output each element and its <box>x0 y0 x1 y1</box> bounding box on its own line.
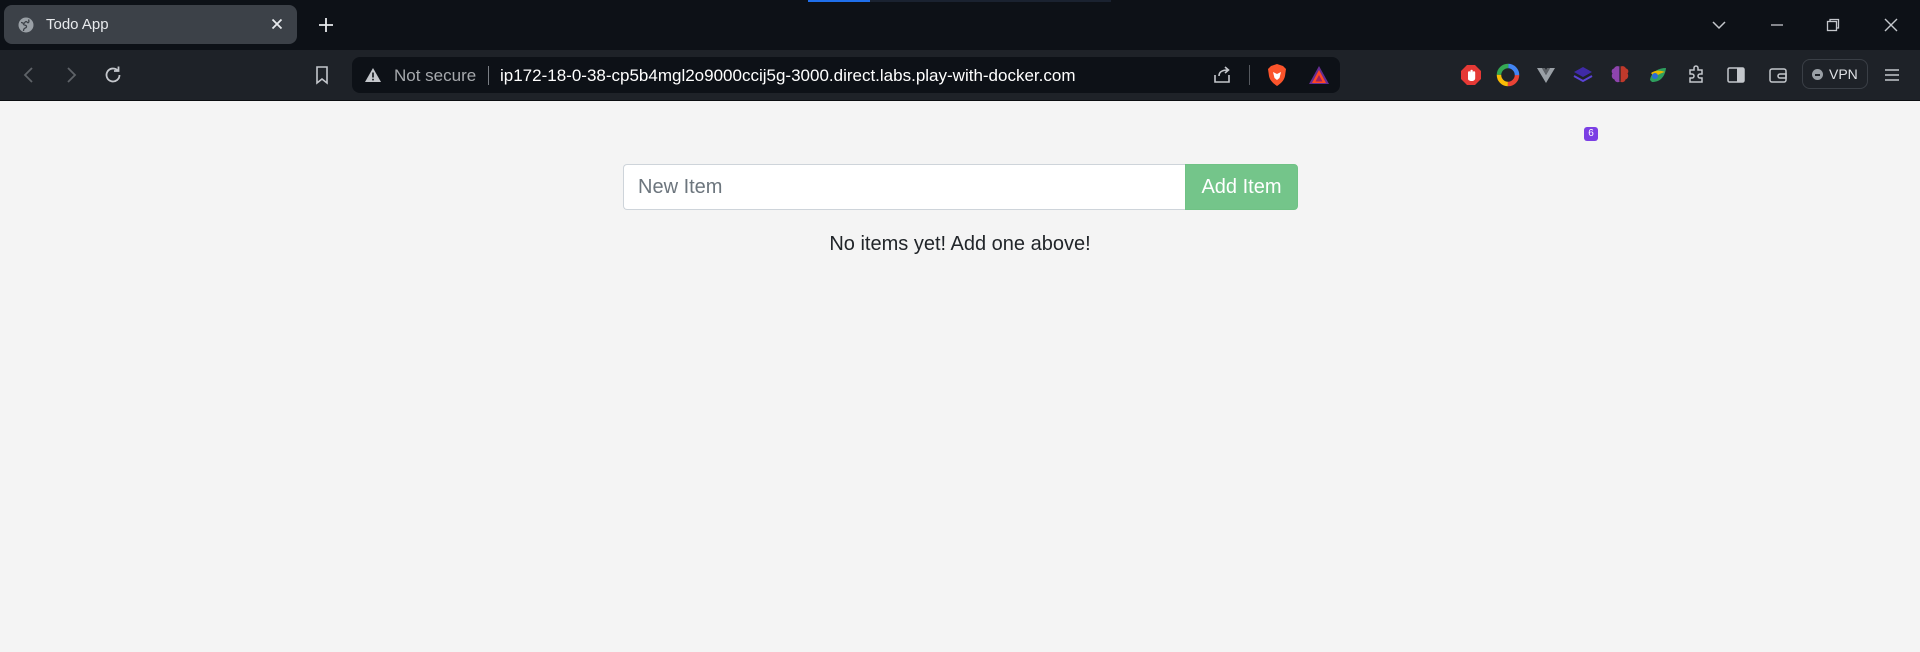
empty-list-message: No items yet! Add one above! <box>829 233 1091 255</box>
vue-devtools-icon[interactable] <box>1534 63 1558 87</box>
restore-icon[interactable] <box>1821 13 1845 37</box>
browser-toolbar: Not secure ip172-18-0-38-cp5b4mgl2o9000c… <box>0 50 1920 141</box>
close-tab-icon[interactable] <box>267 14 287 34</box>
color-wheel-extension-icon[interactable] <box>1496 63 1520 87</box>
minimize-icon[interactable] <box>1765 13 1789 37</box>
back-icon[interactable] <box>17 63 41 87</box>
tab-title: Todo App <box>46 16 109 33</box>
extensions-icon[interactable] <box>1684 63 1708 87</box>
new-tab-icon[interactable] <box>314 13 338 37</box>
url-text[interactable]: ip172-18-0-38-cp5b4mgl2o9000ccij5g-3000.… <box>500 66 1076 86</box>
vpn-label: VPN <box>1829 66 1858 82</box>
brave-rewards-icon[interactable] <box>1308 65 1330 85</box>
tab-todo-app[interactable]: Todo App <box>4 5 297 44</box>
add-item-button[interactable]: Add Item <box>1185 164 1298 210</box>
reload-icon[interactable] <box>101 63 125 87</box>
adblock-extension-icon[interactable] <box>1459 63 1483 87</box>
close-window-icon[interactable] <box>1879 13 1903 37</box>
new-item-form: Add Item <box>623 164 1298 210</box>
new-item-input[interactable] <box>623 164 1185 210</box>
warning-icon[interactable] <box>364 67 382 83</box>
vpn-button[interactable]: VPN <box>1802 59 1868 89</box>
address-separator <box>488 66 489 85</box>
share-icon[interactable] <box>1211 64 1233 86</box>
address-bar[interactable]: Not secure ip172-18-0-38-cp5b4mgl2o9000c… <box>352 57 1340 93</box>
sidebar-icon[interactable] <box>1724 63 1748 87</box>
tab-search-chevron-icon[interactable] <box>1707 13 1731 37</box>
wallet-icon[interactable] <box>1766 63 1790 87</box>
globe-icon <box>18 17 34 33</box>
extension-badge: 6 <box>1584 127 1598 141</box>
brain-extension-icon[interactable] <box>1608 63 1632 87</box>
vpn-status-icon <box>1812 69 1823 80</box>
security-label[interactable]: Not secure <box>394 66 476 86</box>
forward-icon[interactable] <box>59 63 83 87</box>
browser-titlebar: Todo App <box>0 0 1920 50</box>
brave-shields-icon[interactable] <box>1266 63 1288 87</box>
address-separator-2 <box>1249 65 1250 85</box>
stack-extension-icon[interactable] <box>1571 63 1595 87</box>
menu-icon[interactable] <box>1880 63 1904 87</box>
bookmark-icon[interactable] <box>310 63 334 87</box>
leaf-extension-icon[interactable] <box>1646 63 1670 87</box>
tab-strip-indicator <box>808 0 1111 2</box>
